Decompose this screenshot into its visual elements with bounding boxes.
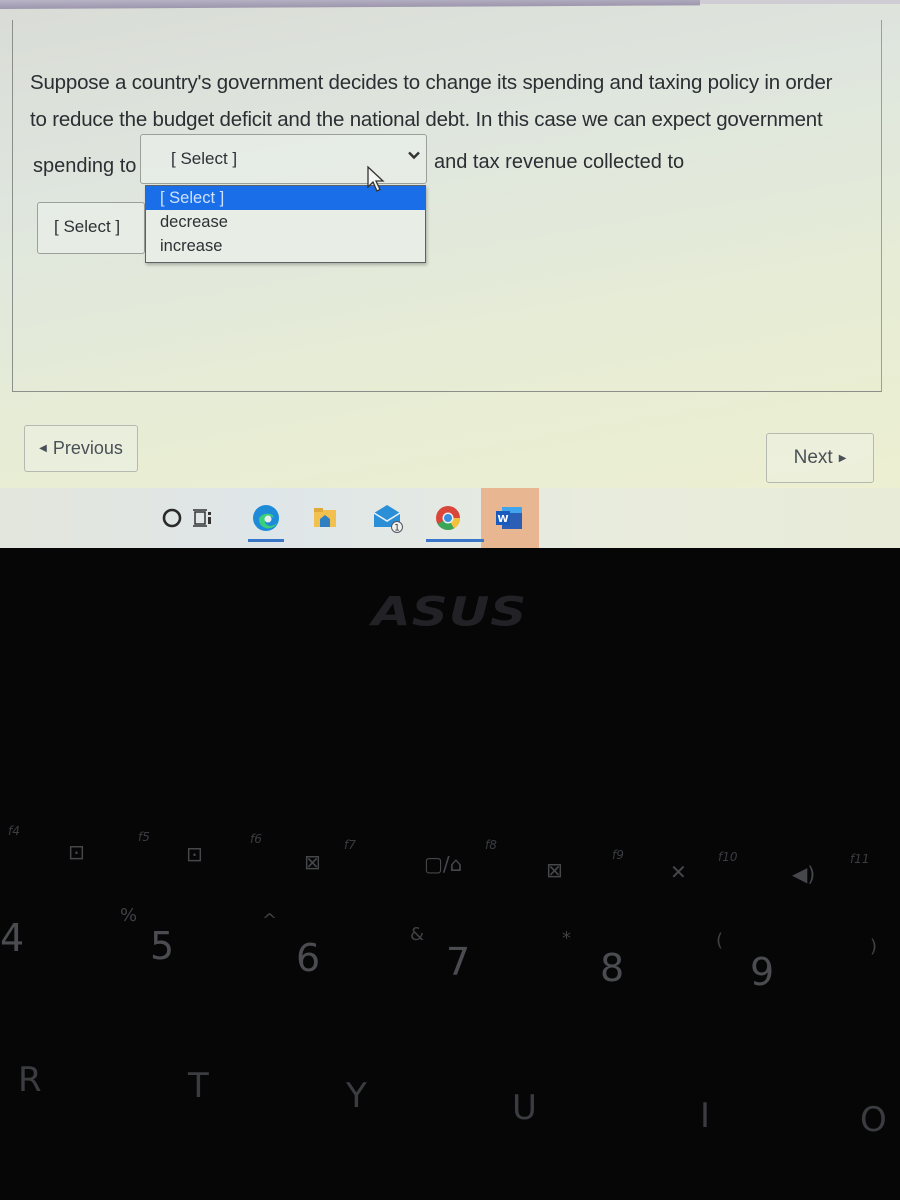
asus-logo: ASUS — [372, 588, 528, 636]
key-6: 6 — [296, 936, 321, 980]
key-f7-label: f7 — [344, 838, 356, 852]
tax-revenue-select-value: [ Select ] — [54, 217, 121, 236]
question-fragment-tax: and tax revenue collected to — [434, 151, 685, 173]
previous-label: Previous — [52, 438, 123, 458]
key-4: 4 — [0, 916, 25, 960]
key-f4-label: f4 — [8, 824, 20, 838]
key-f9-label: f9 — [612, 848, 624, 862]
key-f6-label: f6 — [250, 832, 262, 846]
key-percent-symbol: % — [120, 905, 138, 926]
previous-button[interactable]: ◀ Previous — [24, 425, 138, 472]
question-fragment-spending: spending to — [33, 155, 137, 177]
key-f5-label: f5 — [138, 830, 150, 844]
task-view-icon[interactable] — [186, 502, 218, 534]
key-7: 7 — [446, 940, 471, 984]
key-caret-symbol: ^ — [262, 910, 278, 931]
mail-badge: 1 — [394, 524, 400, 534]
key-8: 8 — [600, 946, 625, 990]
window-top-edge — [0, 0, 700, 9]
mouse-cursor-icon — [367, 165, 385, 192]
question-text: Suppose a country's government decides t… — [30, 64, 880, 138]
word-icon[interactable]: W — [493, 502, 525, 534]
key-asterisk-symbol: * — [562, 928, 571, 949]
key-f8-label: f8 — [485, 838, 497, 852]
brightness-up-icon: ⊡ — [186, 842, 203, 866]
spending-dropdown-list: [ Select ] decrease increase — [145, 185, 426, 263]
brightness-down-icon: ⊡ — [68, 840, 85, 864]
dropdown-option-increase[interactable]: increase — [146, 234, 425, 258]
key-f11-label: f11 — [850, 852, 870, 866]
windows-taskbar: 1 W — [0, 488, 900, 548]
key-R: R — [18, 1060, 42, 1100]
chevron-down-icon — [408, 148, 420, 163]
volume-icon: ◀) — [792, 862, 816, 886]
chrome-icon[interactable] — [426, 502, 484, 542]
file-explorer-icon[interactable] — [309, 502, 341, 534]
caret-right-icon: ▶ — [838, 452, 847, 464]
spending-select-value: [ Select ] — [171, 149, 238, 168]
chrome-running-indicator — [426, 539, 484, 542]
mute-icon: ✕ — [670, 860, 687, 884]
next-button[interactable]: Next ▶ — [766, 433, 874, 483]
key-f10-label: f10 — [718, 850, 738, 864]
question-line-2: to reduce the budget deficit and the nat… — [30, 108, 823, 131]
window-top-edge-right — [700, 0, 900, 4]
key-paren-open-symbol: ( — [716, 930, 724, 951]
key-ampersand-symbol: & — [410, 924, 425, 945]
search-icon[interactable] — [156, 502, 188, 534]
caret-left-icon: ◀ — [39, 443, 47, 454]
mail-icon[interactable]: 1 — [372, 502, 404, 534]
key-paren-close-symbol: ) — [870, 936, 878, 957]
key-Y: Y — [346, 1076, 367, 1116]
laptop-screen: Suppose a country's government decides t… — [0, 0, 900, 548]
dropdown-option-decrease[interactable]: decrease — [146, 210, 425, 234]
next-label: Next — [793, 447, 833, 468]
edge-icon[interactable] — [248, 502, 284, 542]
question-line-1: Suppose a country's government decides t… — [30, 71, 833, 94]
key-9: 9 — [750, 950, 775, 994]
key-U: U — [512, 1088, 537, 1128]
word-letter: W — [497, 514, 508, 525]
projector-icon: ▢/⌂ — [424, 852, 463, 876]
key-T: T — [188, 1066, 209, 1106]
touchpad-icon: ⊠ — [546, 858, 563, 882]
edge-running-indicator — [248, 539, 284, 542]
tax-revenue-select[interactable]: [ Select ] — [37, 202, 145, 254]
key-O: O — [860, 1100, 887, 1140]
key-5: 5 — [150, 924, 175, 968]
display-off-icon: ⊠ — [304, 850, 321, 874]
key-I: I — [700, 1096, 711, 1136]
